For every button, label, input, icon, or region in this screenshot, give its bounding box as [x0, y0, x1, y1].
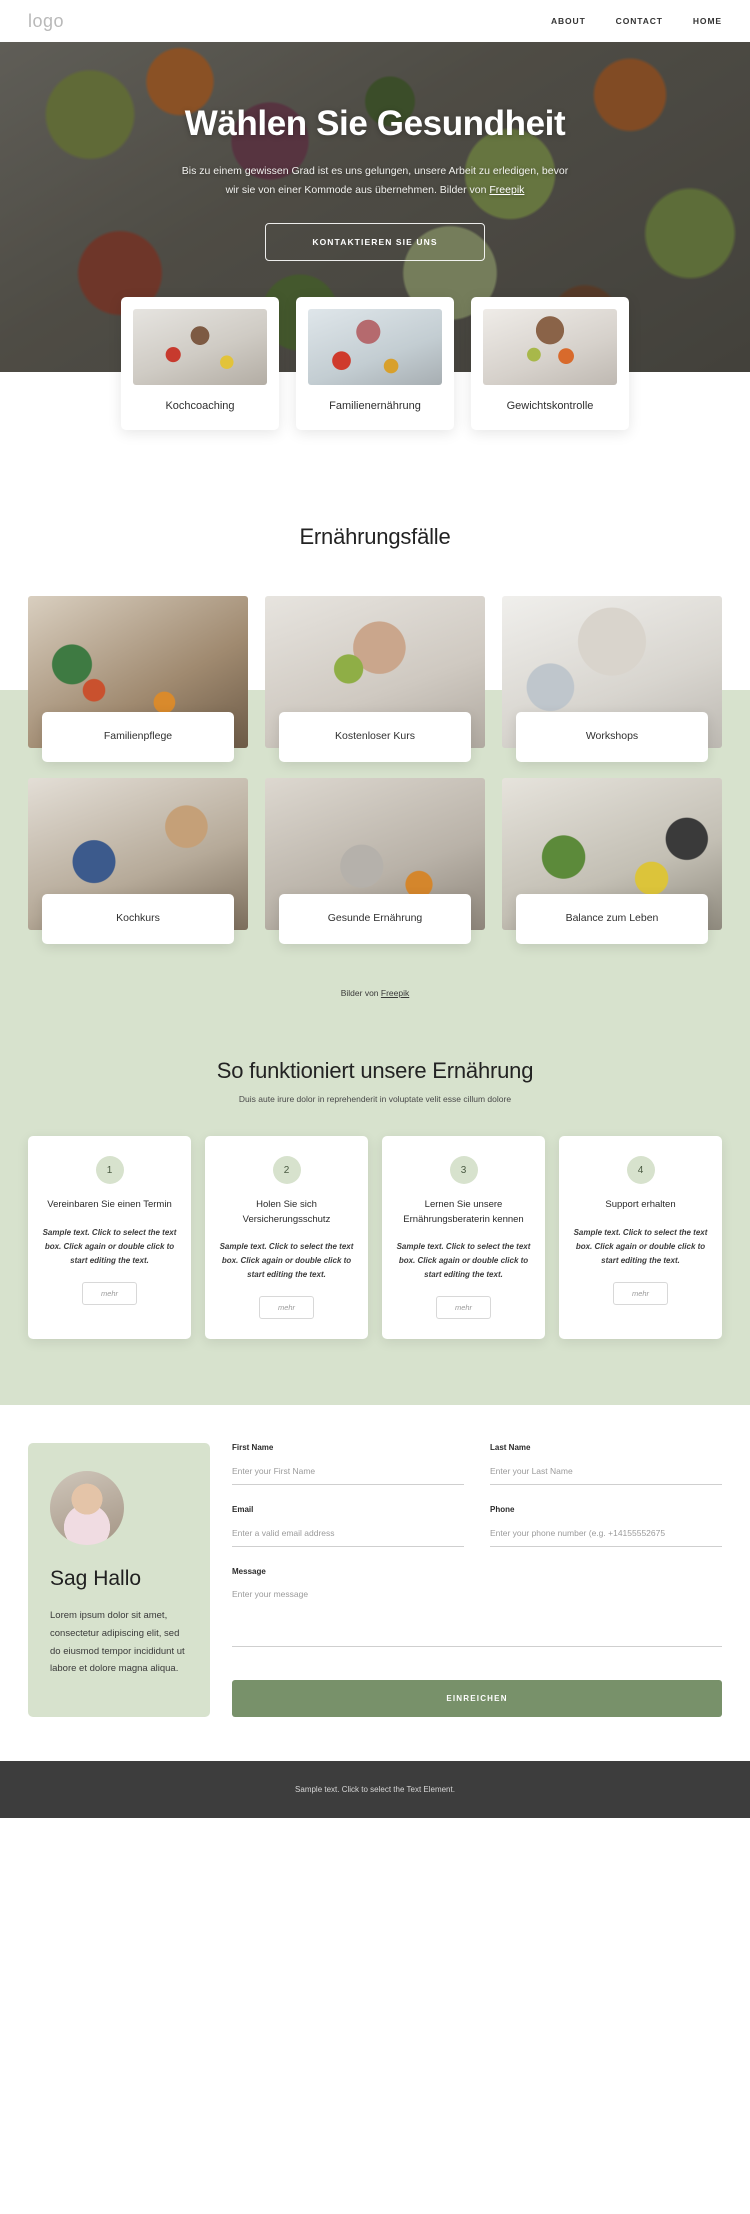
step-text: Sample text. Click to select the text bo… [573, 1227, 708, 1265]
image-credit: Bilder von Freepik [0, 944, 750, 998]
service-card-familienernaehrung[interactable]: Familienernährung [296, 297, 454, 430]
contact-section: Sag Hallo Lorem ipsum dolor sit amet, co… [0, 1405, 750, 1762]
process-subtitle: Duis aute irure dolor in reprehenderit i… [238, 1094, 512, 1104]
process-steps: 1 Vereinbaren Sie einen Termin Sample te… [0, 1104, 750, 1340]
case-label: Familienpflege [42, 712, 234, 762]
step-text: Sample text. Click to select the text bo… [396, 1242, 531, 1280]
last-name-input[interactable] [490, 1462, 722, 1486]
service-label: Kochcoaching [165, 400, 235, 412]
step-number-badge: 1 [95, 1156, 124, 1184]
step-title: Vereinbaren Sie einen Termin [47, 1199, 172, 1210]
case-card-kostenloser-kurs[interactable]: Kostenloser Kurs [265, 596, 485, 762]
nav-item-about[interactable]: ABOUT [551, 16, 586, 26]
email-label: Email [232, 1505, 254, 1515]
service-cards: Kochcoaching Familienernährung Gewichtsk… [0, 297, 750, 430]
first-name-field-group: First Name [232, 1443, 464, 1486]
step-card-4: 4 Support erhalten Sample text. Click to… [559, 1136, 722, 1340]
step-text: Sample text. Click to select the text bo… [219, 1242, 354, 1280]
step-card-3: 3 Lernen Sie unsere Ernährungsberaterin … [382, 1136, 545, 1340]
case-label: Gesunde Ernährung [279, 894, 471, 944]
process-header: So funktioniert unsere Ernährung Duis au… [0, 998, 750, 1104]
phone-label: Phone [490, 1505, 515, 1515]
step-text: Sample text. Click to select the text bo… [42, 1227, 177, 1265]
step-more-button[interactable]: mehr [435, 1296, 492, 1320]
contact-heading: Sag Hallo [50, 1567, 142, 1591]
email-field-group: Email [232, 1505, 464, 1548]
phone-field-group: Phone [490, 1505, 722, 1548]
contact-form: First Name Last Name Email Phone Message… [232, 1443, 722, 1718]
hero-cta-button[interactable]: KONTAKTIEREN SIE UNS [265, 222, 485, 261]
step-title: Lernen Sie unsere Ernährungsberaterin ke… [403, 1199, 524, 1225]
contact-row: Email Phone [232, 1505, 722, 1567]
contact-paragraph: Lorem ipsum dolor sit amet, consectetur … [50, 1610, 185, 1675]
process-title: So funktioniert unsere Ernährung [216, 1058, 534, 1083]
step-more-button[interactable]: mehr [81, 1281, 138, 1305]
last-name-field-group: Last Name [490, 1443, 722, 1486]
step-number-badge: 3 [449, 1156, 478, 1184]
service-label: Gewichtskontrolle [506, 400, 594, 412]
last-name-label: Last Name [490, 1443, 531, 1453]
service-label: Familienernährung [329, 400, 421, 412]
mother-child-kitchen-image [308, 309, 442, 385]
case-card-gesunde-ernaehrung[interactable]: Gesunde Ernährung [265, 778, 485, 944]
first-name-label: First Name [232, 1443, 274, 1453]
cases-section: Ernährungsfälle Familienpflege Kostenlos… [0, 430, 750, 1545]
first-name-input[interactable] [232, 1462, 464, 1486]
step-more-button[interactable]: mehr [258, 1296, 315, 1320]
step-more-button[interactable]: mehr [612, 1281, 669, 1305]
cases-grid: Familienpflege Kostenloser Kurs Workshop… [0, 550, 750, 944]
submit-button[interactable]: EINREICHEN [232, 1680, 722, 1718]
phone-input[interactable] [490, 1524, 722, 1548]
nav-item-home[interactable]: HOME [693, 16, 722, 26]
hero-subtitle: Bis zu einem gewissen Grad ist es uns ge… [145, 162, 605, 201]
step-number-badge: 4 [626, 1156, 655, 1184]
step-number-badge: 2 [272, 1156, 301, 1184]
service-card-kochcoaching[interactable]: Kochcoaching [121, 297, 279, 430]
case-card-familienpflege[interactable]: Familienpflege [28, 596, 248, 762]
site-header: logo ABOUT CONTACT HOME [0, 0, 750, 42]
case-label: Kochkurs [42, 894, 234, 944]
name-row: First Name Last Name [232, 1443, 722, 1505]
contact-intro-panel: Sag Hallo Lorem ipsum dolor sit amet, co… [28, 1443, 210, 1718]
step-card-2: 2 Holen Sie sich Versicherungsschutz Sam… [205, 1136, 368, 1340]
step-title: Support erhalten [605, 1199, 676, 1210]
case-label: Balance zum Leben [516, 894, 708, 944]
service-card-gewichtskontrolle[interactable]: Gewichtskontrolle [471, 297, 629, 430]
case-label: Workshops [516, 712, 708, 762]
footer-text: Sample text. Click to select the Text El… [295, 1785, 455, 1795]
logo[interactable]: logo [28, 11, 64, 32]
image-credit-prefix: Bilder von [340, 988, 381, 998]
email-input[interactable] [232, 1524, 464, 1548]
image-credit-link[interactable]: Freepik [381, 988, 409, 998]
message-input[interactable] [232, 1585, 722, 1648]
hero-title: Wählen Sie Gesundheit [184, 104, 566, 143]
step-title: Holen Sie sich Versicherungsschutz [242, 1199, 331, 1225]
hero-subtitle-line2: wir sie von einer Kommode aus übernehmen… [225, 184, 490, 197]
avatar [50, 1471, 124, 1546]
case-card-kochkurs[interactable]: Kochkurs [28, 778, 248, 944]
message-label: Message [232, 1567, 266, 1577]
hero-freepik-link[interactable]: Freepik [489, 184, 524, 196]
case-card-balance-zum-leben[interactable]: Balance zum Leben [502, 778, 722, 944]
hero-subtitle-line1: Bis zu einem gewissen Grad ist es uns ge… [181, 165, 569, 177]
message-field-group: Message [232, 1567, 722, 1652]
case-card-workshops[interactable]: Workshops [502, 596, 722, 762]
woman-holding-fruit-image [483, 309, 617, 385]
nav-item-contact[interactable]: CONTACT [616, 16, 663, 26]
cases-title: Ernährungsfälle [299, 524, 451, 549]
woman-cooking-kitchen-image [133, 309, 267, 385]
step-card-1: 1 Vereinbaren Sie einen Termin Sample te… [28, 1136, 191, 1340]
case-label: Kostenloser Kurs [279, 712, 471, 762]
main-navigation: ABOUT CONTACT HOME [551, 16, 722, 26]
site-footer: Sample text. Click to select the Text El… [0, 1761, 750, 1819]
